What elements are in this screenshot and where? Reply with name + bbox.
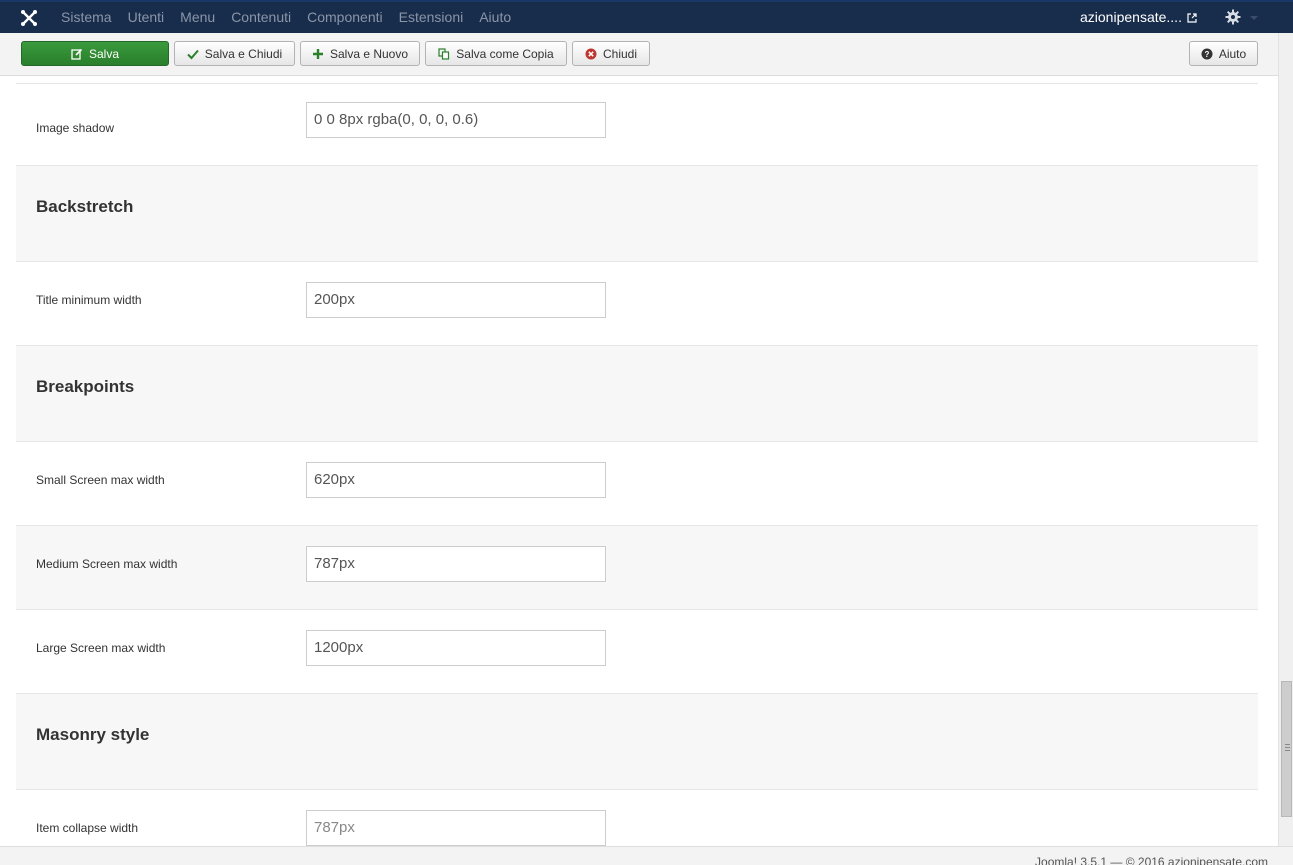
vertical-scrollbar[interactable] bbox=[1278, 33, 1293, 846]
site-name: azionipensate.... bbox=[1080, 9, 1182, 25]
toolbar: Salva Salva e Chiudi Salva e Nuovo Salva… bbox=[0, 33, 1293, 76]
field-label: Small Screen max width bbox=[36, 473, 165, 487]
section-heading: Breakpoints bbox=[36, 377, 135, 396]
grip-icon bbox=[1285, 747, 1290, 748]
field-label: Item collapse width bbox=[36, 821, 139, 835]
menu-item-utenti[interactable]: Utenti bbox=[120, 2, 173, 33]
gear-icon[interactable] bbox=[1225, 9, 1241, 25]
grip-icon bbox=[1285, 744, 1290, 745]
grip-icon bbox=[1285, 750, 1290, 751]
menu-item-menu[interactable]: Menu bbox=[172, 2, 223, 33]
field-row-title-min-width: Title minimum width 200px bbox=[16, 261, 1258, 345]
question-icon: ? bbox=[1201, 48, 1213, 59]
form-content[interactable]: Image shadow 0 0 8px rgba(0, 0, 0, 0.6) … bbox=[0, 76, 1278, 846]
svg-text:?: ? bbox=[1204, 50, 1209, 59]
section-heading: Backstretch bbox=[36, 197, 134, 216]
menu-item-sistema[interactable]: Sistema bbox=[53, 2, 120, 33]
main-menu: Sistema Utenti Menu Contenuti Componenti… bbox=[53, 2, 519, 33]
menu-item-componenti[interactable]: Componenti bbox=[299, 2, 391, 33]
section-backstretch: Backstretch bbox=[16, 165, 1258, 261]
footer: Joomla! 3.5.1 — © 2016 azionipensate.com bbox=[0, 846, 1293, 865]
joomla-logo-icon[interactable] bbox=[18, 7, 40, 29]
field-row-item-collapse: Item collapse width 787px bbox=[16, 789, 1258, 846]
footer-text: Joomla! 3.5.1 — © 2016 azionipensate.com bbox=[1035, 855, 1268, 865]
image-shadow-input[interactable]: 0 0 8px rgba(0, 0, 0, 0.6) bbox=[306, 102, 606, 138]
menu-item-aiuto[interactable]: Aiuto bbox=[471, 2, 519, 33]
menu-item-contenuti[interactable]: Contenuti bbox=[223, 2, 299, 33]
save-close-button[interactable]: Salva e Chiudi bbox=[174, 41, 295, 66]
field-label: Large Screen max width bbox=[36, 641, 166, 655]
menu-item-estensioni[interactable]: Estensioni bbox=[391, 2, 472, 33]
medium-screen-input[interactable]: 787px bbox=[306, 546, 606, 582]
close-button[interactable]: Chiudi bbox=[572, 41, 650, 66]
section-masonry: Masonry style bbox=[16, 693, 1258, 789]
field-row-image-shadow: Image shadow 0 0 8px rgba(0, 0, 0, 0.6) bbox=[16, 83, 1258, 165]
field-row-medium-screen: Medium Screen max width 787px bbox=[16, 525, 1258, 609]
large-screen-input[interactable]: 1200px bbox=[306, 630, 606, 666]
chevron-down-icon[interactable] bbox=[1250, 16, 1258, 20]
top-navbar: Sistema Utenti Menu Contenuti Componenti… bbox=[0, 0, 1293, 33]
edit-icon bbox=[71, 48, 83, 60]
small-screen-input[interactable]: 620px bbox=[306, 462, 606, 498]
field-label: Medium Screen max width bbox=[36, 557, 178, 571]
plus-icon bbox=[312, 48, 323, 59]
external-link-icon bbox=[1187, 12, 1197, 23]
close-icon bbox=[585, 48, 597, 59]
section-heading: Masonry style bbox=[36, 725, 150, 744]
help-button[interactable]: ? Aiuto bbox=[1189, 41, 1258, 66]
save-button[interactable]: Salva bbox=[21, 41, 169, 66]
copy-icon bbox=[438, 47, 450, 60]
save-new-button[interactable]: Salva e Nuovo bbox=[300, 41, 420, 66]
site-link[interactable]: azionipensate.... bbox=[1080, 2, 1197, 33]
field-row-large-screen: Large Screen max width 1200px bbox=[16, 609, 1258, 693]
scrollbar-thumb[interactable] bbox=[1281, 681, 1292, 817]
section-breakpoints: Breakpoints bbox=[16, 345, 1258, 441]
field-label: Title minimum width bbox=[36, 293, 142, 307]
title-min-width-input[interactable]: 200px bbox=[306, 282, 606, 318]
field-label: Image shadow bbox=[36, 121, 115, 135]
item-collapse-input[interactable]: 787px bbox=[306, 810, 606, 846]
field-row-small-screen: Small Screen max width 620px bbox=[16, 441, 1258, 525]
check-icon bbox=[187, 49, 199, 59]
save-copy-button[interactable]: Salva come Copia bbox=[425, 41, 567, 66]
